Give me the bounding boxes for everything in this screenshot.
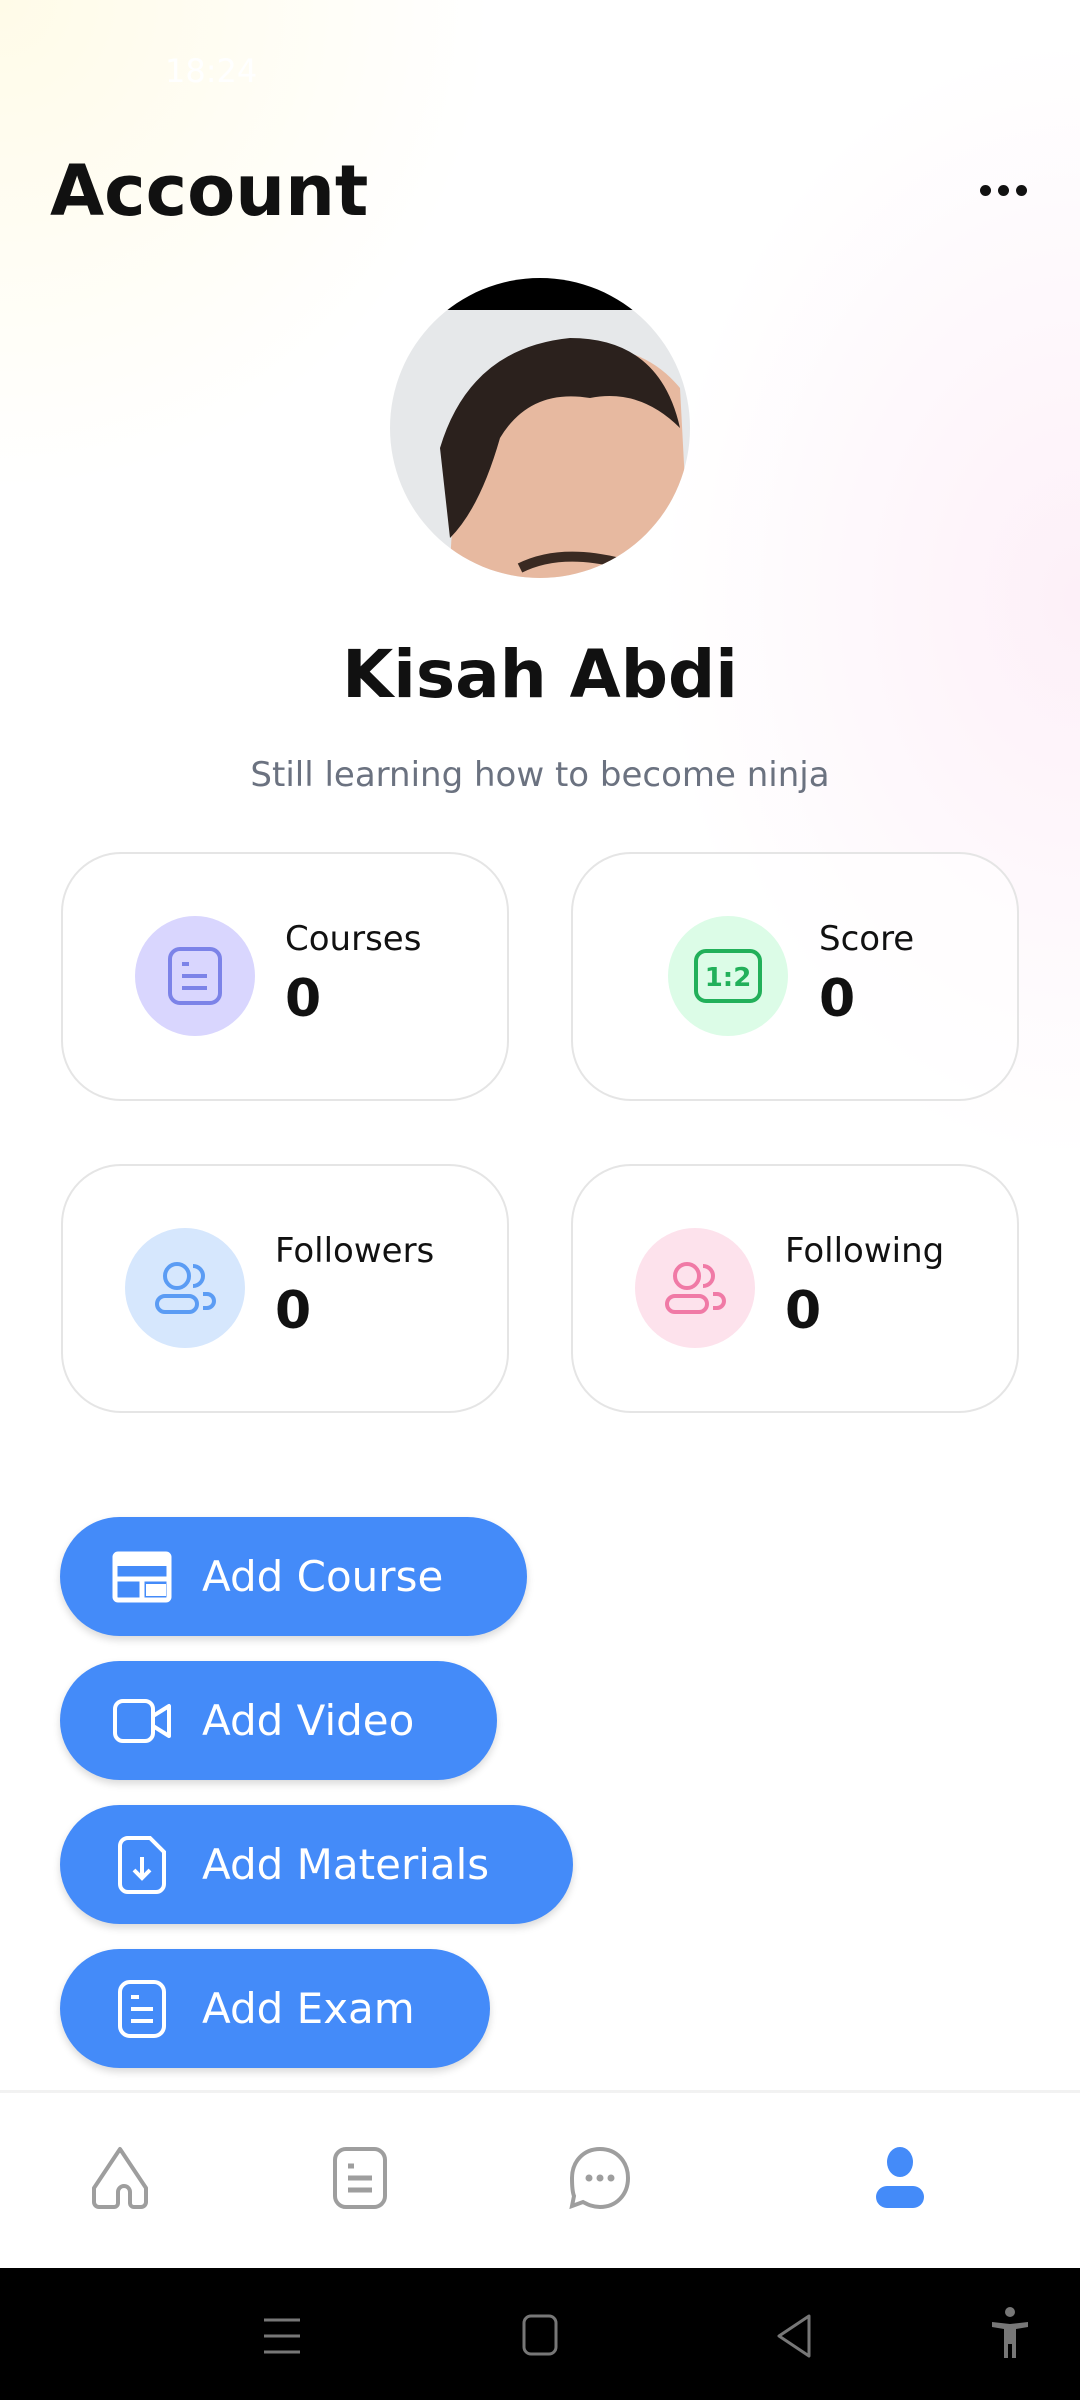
add-materials-label: Add Materials	[202, 1840, 490, 1889]
avatar[interactable]	[390, 278, 690, 578]
chat-icon	[569, 2146, 631, 2210]
stat-card-courses[interactable]: Courses 0	[61, 852, 509, 1101]
stat-label: Score	[819, 919, 915, 959]
status-time: 18:24	[165, 52, 258, 90]
stat-label: Followers	[275, 1231, 435, 1271]
add-materials-button[interactable]: Add Materials	[60, 1805, 573, 1924]
add-exam-label: Add Exam	[202, 1984, 415, 2033]
stat-value: 0	[819, 969, 856, 1029]
stat-label: Courses	[285, 919, 422, 959]
video-icon	[113, 1698, 171, 1743]
course-icon	[112, 1551, 172, 1602]
svg-text:1:2: 1:2	[705, 963, 752, 993]
stat-card-followers[interactable]: Followers 0	[61, 1164, 509, 1413]
add-course-button[interactable]: Add Course	[60, 1517, 527, 1636]
accessibility-icon[interactable]	[990, 2306, 1030, 2362]
home-icon	[92, 2147, 148, 2209]
ratio-icon: 1:2	[668, 916, 788, 1036]
nav-chat[interactable]	[565, 2143, 635, 2213]
document-icon	[333, 2147, 387, 2209]
user-icon	[876, 2147, 924, 2208]
profile-bio: Still learning how to become ninja	[250, 755, 830, 795]
add-video-label: Add Video	[202, 1696, 415, 1745]
more-horizontal-icon	[980, 184, 991, 196]
stat-value: 0	[785, 1281, 822, 1341]
page-title: Account	[50, 150, 369, 232]
more-options-button[interactable]	[980, 170, 1040, 210]
nav-home[interactable]	[85, 2143, 155, 2213]
recent-apps-icon[interactable]	[262, 2316, 302, 2356]
document-icon	[135, 916, 255, 1036]
nav-courses[interactable]	[325, 2143, 395, 2213]
stat-value: 0	[285, 969, 322, 1029]
users-icon	[125, 1228, 245, 1348]
add-course-label: Add Course	[202, 1552, 444, 1601]
bottom-navigation	[0, 2090, 1080, 2268]
document-icon	[118, 1979, 166, 2038]
profile-name: Kisah Abdi	[342, 636, 738, 713]
add-exam-button[interactable]: Add Exam	[60, 1949, 490, 2068]
file-download-icon	[118, 1835, 166, 1894]
home-button-icon[interactable]	[520, 2314, 560, 2358]
system-navigation-bar	[0, 2268, 1080, 2400]
stat-card-following[interactable]: Following 0	[571, 1164, 1019, 1413]
nav-account[interactable]	[865, 2143, 935, 2213]
users-icon	[635, 1228, 755, 1348]
add-video-button[interactable]: Add Video	[60, 1661, 497, 1780]
back-icon[interactable]	[775, 2314, 815, 2358]
stat-label: Following	[785, 1231, 945, 1271]
stat-card-score[interactable]: 1:2 Score 0	[571, 852, 1019, 1101]
stat-value: 0	[275, 1281, 312, 1341]
